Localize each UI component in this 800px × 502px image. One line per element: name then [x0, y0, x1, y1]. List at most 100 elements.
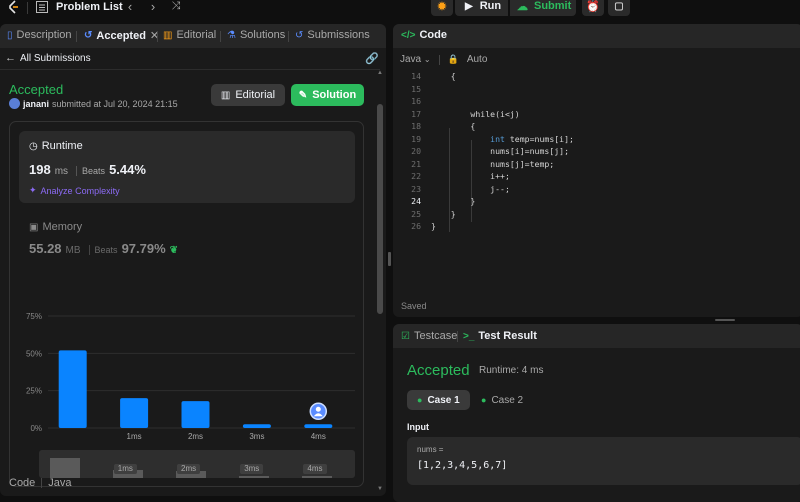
code-editor-panel: </> Code Java ⌄ 🔒 Auto 14 {15 16 17 while(…	[393, 24, 800, 317]
line-number: 19	[411, 133, 421, 144]
prev-problem-chevron-left-icon[interactable]: ‹	[124, 0, 136, 14]
vertical-resize-handle[interactable]	[388, 252, 391, 266]
editorial-label: Editorial	[235, 89, 276, 101]
editorial-button[interactable]: ▥ Editorial	[211, 84, 285, 106]
scroll-down-icon[interactable]: ▼	[377, 486, 383, 492]
tab-label: Editorial	[176, 29, 217, 41]
terminal-icon: >_	[463, 330, 475, 342]
username[interactable]: janani	[23, 99, 49, 109]
editor-toolbar: Java ⌄ 🔒 Auto	[400, 54, 487, 65]
runtime-title-text: Runtime	[41, 140, 83, 152]
memory-title-text: Memory	[42, 221, 83, 233]
code-text: {	[431, 71, 456, 81]
tab-test-result[interactable]: >_ Test Result	[463, 330, 537, 342]
arrow-left-icon[interactable]: ←	[5, 52, 16, 64]
chart-range-navigator[interactable]: 1ms 2ms 3ms 4ms	[39, 450, 355, 478]
variable-value: [1,2,3,4,5,6,7]	[417, 460, 508, 471]
notes-button[interactable]: ▢	[608, 0, 630, 16]
beats-label: Beats	[88, 245, 118, 255]
chart-bar[interactable]	[304, 424, 333, 428]
leetcode-logo-icon[interactable]	[6, 0, 20, 14]
code-tab[interactable]: </> Code	[401, 29, 447, 41]
code-text: nums[j]=temp;	[431, 158, 555, 169]
runtime-beats-value: 5.44%	[109, 162, 146, 177]
tab-solutions[interactable]: ⚗ Solutions	[227, 29, 285, 41]
all-submissions-link[interactable]: All Submissions	[20, 53, 91, 64]
y-tick-label: 75%	[26, 312, 42, 321]
code-text: int temp=nums[i];	[490, 133, 574, 144]
list-icon[interactable]	[36, 1, 48, 13]
language-select[interactable]: Java ⌄	[400, 54, 431, 65]
tab-editorial[interactable]: ▥ Editorial	[163, 29, 216, 41]
x-tick-label: 3ms	[249, 432, 264, 441]
all-submissions-row: ← All Submissions 🔗	[0, 48, 380, 70]
y-tick-label: 50%	[26, 349, 42, 358]
run-button[interactable]: ▶ Run	[455, 0, 508, 16]
submit-button[interactable]: ☁ Submit	[510, 0, 576, 16]
code-brackets-icon: </>	[401, 29, 416, 41]
saved-status: Saved	[401, 301, 427, 311]
navigator-label: 2ms	[177, 464, 201, 474]
memory-number: 55.28	[29, 241, 62, 256]
line-number: 20	[411, 146, 421, 156]
problem-list-link[interactable]: Problem List	[56, 1, 123, 13]
chip-icon: ▣	[29, 221, 39, 233]
code-text: nums[i]=nums[j];	[431, 146, 570, 156]
tab-label: Description	[16, 29, 72, 41]
runtime-value: 198 ms Beats 5.44%	[29, 162, 146, 177]
shuffle-icon[interactable]: ⤨	[170, 0, 182, 14]
divider	[438, 54, 440, 65]
submitted-text: submitted at Jul 20, 2024 21:15	[52, 98, 178, 109]
tab-label: Testcase	[413, 330, 458, 342]
tab-submissions[interactable]: ↺ Submissions	[295, 29, 370, 41]
case-2-button[interactable]: ● Case 2	[471, 390, 533, 410]
link-icon[interactable]: 🔗	[365, 52, 379, 65]
book-open-icon: ▥	[220, 89, 231, 101]
tab-label: Solutions	[239, 29, 286, 41]
avatar[interactable]	[9, 98, 20, 109]
code-text: {	[431, 121, 476, 131]
book-icon: ▥	[163, 29, 173, 41]
chart-bar[interactable]	[242, 424, 271, 428]
tab-label: Submissions	[307, 29, 370, 41]
memory-value: 55.28 MB Beats 97.79% ❦	[29, 241, 178, 256]
debug-button[interactable]: ✹	[431, 0, 453, 16]
timer-button[interactable]: ⏰	[582, 0, 604, 16]
tab-accepted[interactable]: ↺ Accepted ✕	[84, 29, 159, 43]
history-icon: ↺	[84, 30, 93, 41]
line-number: 25	[411, 208, 421, 219]
case-1-button[interactable]: ● Case 1	[407, 390, 470, 410]
line-number: 15	[411, 83, 421, 94]
auto-label[interactable]: Auto	[467, 54, 488, 65]
horizontal-resize-handle[interactable]	[715, 319, 735, 321]
memory-unit: MB	[65, 245, 81, 256]
chart-bar[interactable]	[181, 401, 210, 428]
memory-title[interactable]: ▣ Memory	[29, 221, 82, 233]
navigator-label: 4ms	[303, 464, 327, 474]
y-tick-label: 25%	[26, 387, 42, 396]
submission-status: Accepted	[9, 82, 64, 97]
divider	[157, 31, 158, 42]
dot-icon: ●	[417, 395, 423, 405]
divider	[76, 31, 77, 42]
code-footer: Code Java	[9, 477, 72, 489]
runtime-distribution-chart[interactable]: 0% 25% 50% 75% 1ms 2ms 3ms 4ms	[10, 302, 365, 442]
chart-bar[interactable]	[58, 350, 87, 428]
tab-testcase[interactable]: ☑ Testcase	[401, 330, 457, 342]
scrollbar-thumb[interactable]	[377, 104, 383, 314]
solution-label: Solution	[312, 89, 357, 101]
runtime-box[interactable]: ◷ Runtime 198 ms Beats 5.44% ✦ Analyze C…	[19, 131, 355, 203]
result-status: Accepted	[407, 362, 470, 379]
divider	[27, 2, 28, 14]
code-area[interactable]: 14 {15 16 17 while(i<j) 18 {19 int temp=num…	[393, 70, 800, 290]
tab-description[interactable]: ▯ Description	[7, 29, 72, 41]
avatar-head	[315, 406, 321, 412]
solution-button[interactable]: ✎ Solution	[291, 84, 364, 106]
navigator-bar	[239, 476, 270, 478]
case-label: Case 1	[427, 394, 460, 406]
bug-icon: ✹	[437, 0, 447, 13]
chart-bar[interactable]	[120, 398, 149, 428]
analyze-complexity-link[interactable]: ✦ Analyze Complexity	[29, 185, 120, 196]
next-problem-chevron-right-icon[interactable]: ›	[147, 0, 159, 14]
scroll-up-icon[interactable]: ▲	[377, 70, 383, 76]
